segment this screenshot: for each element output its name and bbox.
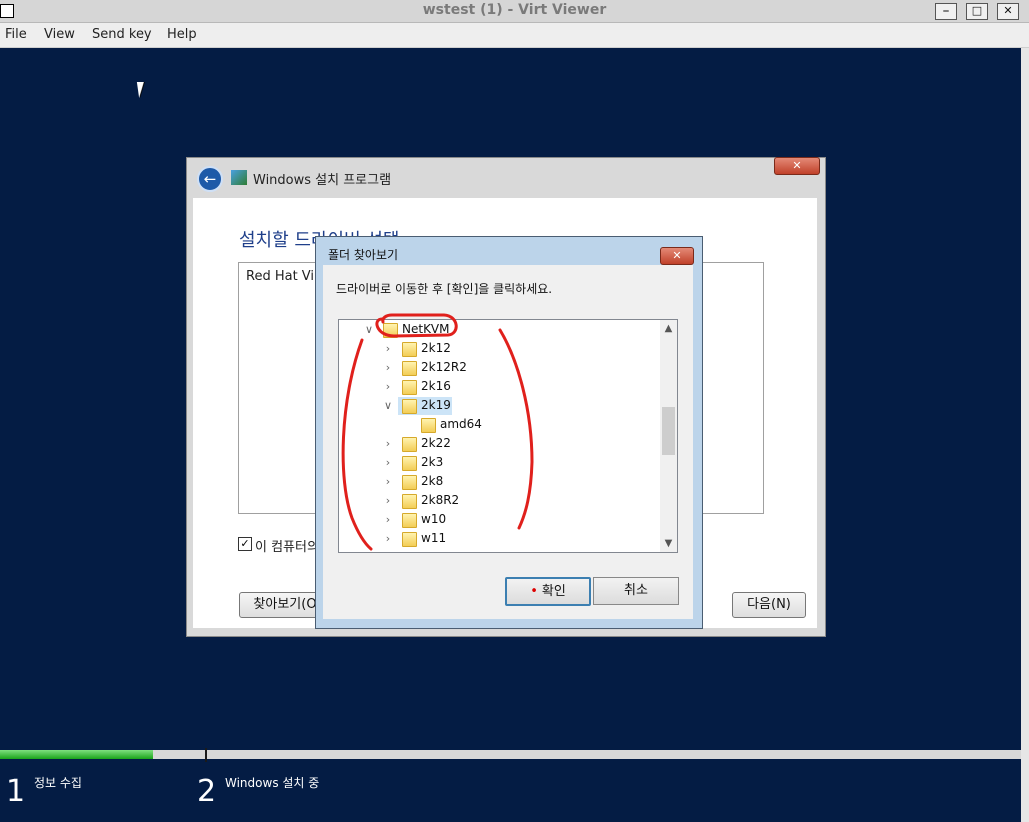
scroll-up-icon[interactable]: ▲ bbox=[660, 320, 677, 337]
step-1-label: 정보 수집 bbox=[34, 776, 82, 790]
chevron-right-icon[interactable]: › bbox=[382, 511, 394, 529]
folder-icon bbox=[402, 513, 417, 528]
chevron-right-icon[interactable]: › bbox=[382, 340, 394, 358]
folder-tree[interactable]: ∨ NetKVM › 2k12 › 2k12R2 › 2k16 ∨ 2k19 a… bbox=[338, 319, 678, 553]
dialog-content: 드라이버로 이동한 후 [확인]을 클릭하세요. ∨ NetKVM › 2k12… bbox=[323, 265, 693, 619]
scroll-thumb[interactable] bbox=[662, 407, 675, 455]
close-button[interactable]: ✕ bbox=[997, 3, 1019, 20]
tree-item-label: 2k3 bbox=[421, 455, 444, 469]
step-2-label: Windows 설치 중 bbox=[225, 776, 320, 790]
tree-scrollbar[interactable]: ▲ ▼ bbox=[660, 320, 677, 552]
hide-incompatible-checkbox[interactable]: ✓ bbox=[238, 537, 252, 551]
chevron-right-icon[interactable]: › bbox=[382, 530, 394, 548]
chevron-down-icon[interactable]: ∨ bbox=[382, 397, 394, 415]
cancel-button[interactable]: 취소 bbox=[593, 577, 679, 605]
tree-item-2k22[interactable]: › 2k22 bbox=[339, 435, 659, 453]
browse-folder-dialog: 폴더 찾아보기 ✕ 드라이버로 이동한 후 [확인]을 클릭하세요. ∨ Net… bbox=[315, 236, 703, 629]
setup-progress-bar bbox=[0, 750, 1021, 759]
menu-send-key[interactable]: Send key bbox=[92, 27, 152, 42]
tree-item-2k8r2[interactable]: › 2k8R2 bbox=[339, 492, 659, 510]
tree-item-amd64[interactable]: amd64 bbox=[339, 416, 659, 434]
tree-item-netkvm[interactable]: ∨ NetKVM bbox=[339, 321, 659, 339]
checkbox-label: 이 컴퓨터의 bbox=[255, 540, 319, 555]
next-button[interactable]: 다음(N) bbox=[732, 592, 806, 618]
tree-item-label: 2k8R2 bbox=[421, 493, 460, 507]
window-titlebar: wstest (1) - Virt Viewer ⎯ □ ✕ bbox=[0, 0, 1029, 23]
chevron-down-icon[interactable]: ∨ bbox=[363, 321, 375, 339]
menu-help[interactable]: Help bbox=[167, 27, 197, 42]
tree-item-label: 2k12R2 bbox=[421, 360, 467, 374]
step-2-number: 2 bbox=[197, 774, 217, 809]
folder-icon bbox=[402, 361, 417, 376]
folder-icon bbox=[402, 399, 417, 414]
dialog-title: 폴더 찾아보기 bbox=[328, 248, 399, 262]
display-scrollbar[interactable] bbox=[1021, 48, 1029, 822]
folder-icon bbox=[383, 323, 398, 338]
tree-item-2k12[interactable]: › 2k12 bbox=[339, 340, 659, 358]
window-title: wstest (1) - Virt Viewer bbox=[422, 2, 607, 18]
folder-icon bbox=[402, 456, 417, 471]
setup-title: Windows 설치 프로그램 bbox=[253, 173, 392, 188]
tree-item-label: 2k12 bbox=[421, 341, 451, 355]
folder-icon bbox=[402, 475, 417, 490]
tree-item-label: amd64 bbox=[440, 417, 482, 431]
menu-bar: File View Send key Help bbox=[0, 23, 1029, 48]
progress-separator bbox=[205, 748, 207, 762]
dialog-instruction: 드라이버로 이동한 후 [확인]을 클릭하세요. bbox=[336, 282, 553, 296]
tree-item-2k12r2[interactable]: › 2k12R2 bbox=[339, 359, 659, 377]
tree-item-label: 2k8 bbox=[421, 474, 444, 488]
chevron-right-icon[interactable]: › bbox=[382, 492, 394, 510]
ok-label: 확인 bbox=[541, 584, 566, 599]
tree-item-w11[interactable]: › w11 bbox=[339, 530, 659, 548]
folder-icon bbox=[402, 437, 417, 452]
dialog-close-button[interactable]: ✕ bbox=[660, 247, 694, 265]
tree-item-label: NetKVM bbox=[402, 322, 450, 336]
menu-file[interactable]: File bbox=[5, 27, 27, 42]
tree-item-2k8[interactable]: › 2k8 bbox=[339, 473, 659, 491]
tree-item-label: w11 bbox=[421, 531, 447, 545]
back-arrow-icon[interactable]: ← bbox=[197, 166, 223, 192]
progress-fill bbox=[0, 750, 154, 759]
scroll-down-icon[interactable]: ▼ bbox=[660, 535, 677, 552]
tree-item-label: 2k16 bbox=[421, 379, 451, 393]
chevron-right-icon[interactable]: › bbox=[382, 378, 394, 396]
folder-icon bbox=[402, 380, 417, 395]
chevron-right-icon[interactable]: › bbox=[382, 435, 394, 453]
maximize-button[interactable]: □ bbox=[966, 3, 988, 20]
chevron-right-icon[interactable]: › bbox=[382, 454, 394, 472]
tree-item-label: 2k22 bbox=[421, 436, 451, 450]
setup-close-button[interactable]: ✕ bbox=[774, 157, 820, 175]
folder-icon bbox=[402, 342, 417, 357]
ok-button[interactable]: • 확인 bbox=[505, 577, 591, 606]
tree-item-w10[interactable]: › w10 bbox=[339, 511, 659, 529]
tree-item-2k19[interactable]: ∨ 2k19 bbox=[339, 397, 659, 415]
step-1-number: 1 bbox=[6, 774, 26, 809]
tree-item-2k16[interactable]: › 2k16 bbox=[339, 378, 659, 396]
folder-icon bbox=[421, 418, 436, 433]
tree-item-2k3[interactable]: › 2k3 bbox=[339, 454, 659, 472]
setup-app-icon bbox=[231, 170, 247, 185]
tree-item-label: w10 bbox=[421, 512, 447, 526]
minimize-button[interactable]: ⎯ bbox=[935, 3, 957, 20]
menu-view[interactable]: View bbox=[44, 27, 75, 42]
folder-icon bbox=[402, 494, 417, 509]
bullet-icon: • bbox=[530, 584, 538, 599]
chevron-right-icon[interactable]: › bbox=[382, 359, 394, 377]
folder-icon bbox=[402, 532, 417, 547]
chevron-right-icon[interactable]: › bbox=[382, 473, 394, 491]
tree-item-label: 2k19 bbox=[421, 398, 451, 412]
